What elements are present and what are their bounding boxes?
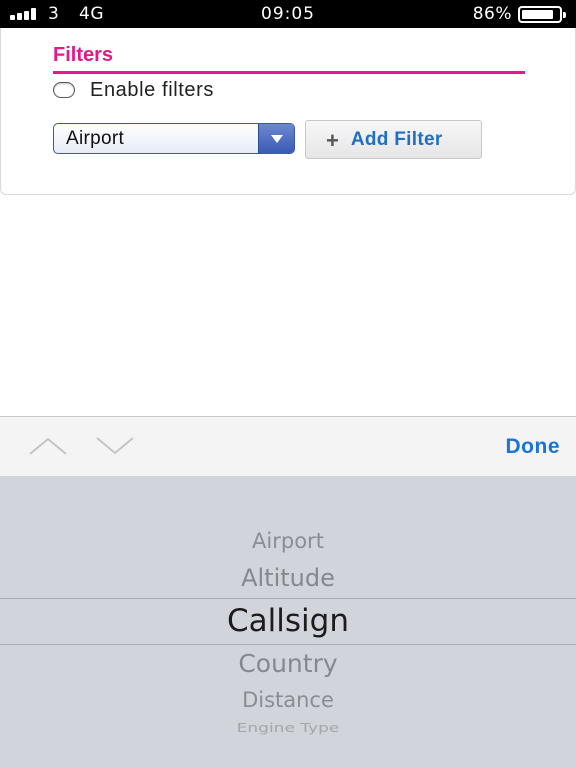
filters-panel: Filters Enable filters Airport + Add Fil…	[0, 28, 576, 195]
enable-filters-label: Enable filters	[90, 78, 215, 101]
battery-percent: 86%	[472, 4, 512, 24]
battery-nub	[563, 12, 566, 18]
add-filter-label: Add Filter	[350, 128, 443, 150]
enable-filters-checkbox[interactable]	[53, 82, 75, 98]
picker-toolbar: Done	[0, 416, 576, 476]
dropdown-arrow-icon[interactable]	[258, 124, 294, 153]
chevron-down-icon[interactable]	[95, 435, 135, 462]
picker-item-callsign[interactable]: Callsign	[0, 603, 576, 639]
picker-item-altitude[interactable]: Altitude	[0, 564, 576, 592]
picker-item-airport[interactable]: Airport	[0, 529, 576, 553]
enable-filters-row[interactable]: Enable filters	[53, 78, 214, 102]
plus-icon: +	[326, 127, 339, 153]
battery-icon	[518, 6, 566, 23]
chevron-up-icon[interactable]	[28, 435, 68, 462]
filter-type-select[interactable]: Airport	[53, 123, 295, 154]
filter-type-picker[interactable]: Airport Altitude Callsign Country Distan…	[0, 476, 576, 768]
filters-title-underline	[53, 71, 525, 74]
done-button[interactable]: Done	[506, 435, 561, 459]
status-bar: 3 4G 09:05 86%	[0, 0, 576, 28]
picker-item-distance[interactable]: Distance	[0, 688, 576, 712]
picker-fade	[0, 732, 576, 768]
picker-item-country[interactable]: Country	[0, 649, 576, 678]
add-filter-button[interactable]: + Add Filter	[305, 120, 482, 159]
battery-fill	[522, 10, 553, 19]
filters-title: Filters	[53, 44, 114, 66]
filter-type-value: Airport	[66, 128, 125, 149]
